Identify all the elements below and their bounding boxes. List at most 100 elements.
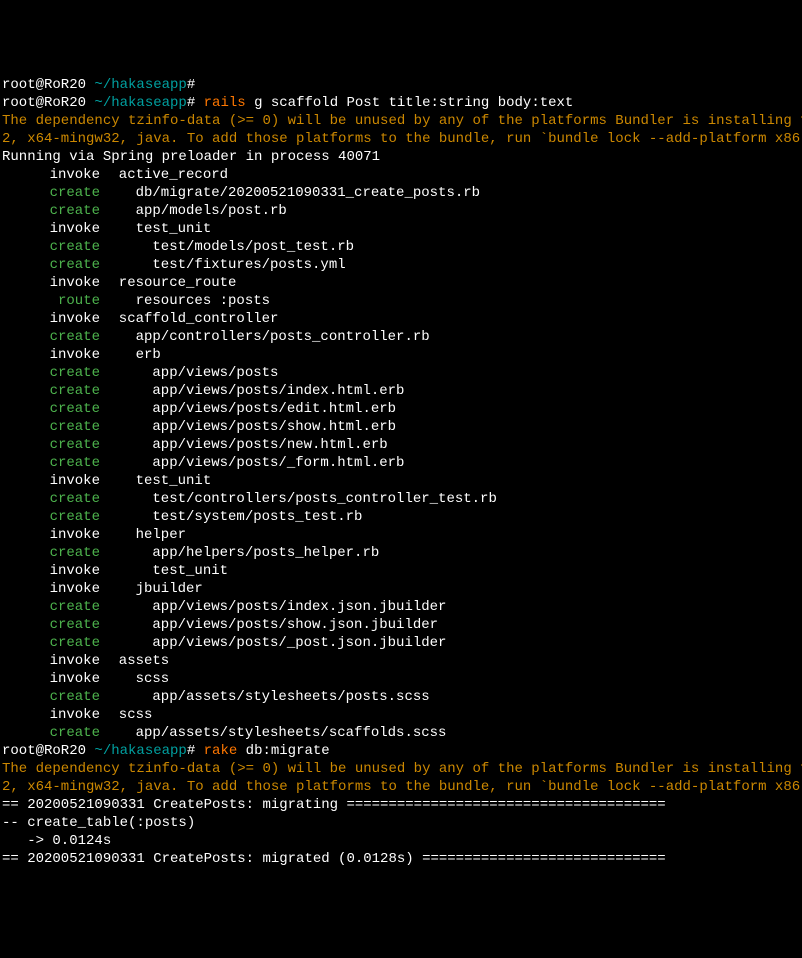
- generator-action: create: [2, 724, 102, 742]
- generator-path: scaffold_controller: [102, 311, 278, 327]
- dependency-warning: 2, x64-mingw32, java. To add those platf…: [2, 778, 800, 796]
- generator-line: create app/views/posts/show.json.jbuilde…: [2, 616, 800, 634]
- generator-action: invoke: [2, 580, 102, 598]
- generator-path: app/views/posts/show.html.erb: [102, 419, 396, 435]
- generator-action: create: [2, 634, 102, 652]
- generator-path: jbuilder: [102, 581, 203, 597]
- generator-path: app/views/posts/edit.html.erb: [102, 401, 396, 417]
- generator-path: helper: [102, 527, 186, 543]
- generator-action: create: [2, 256, 102, 274]
- generator-action: invoke: [2, 706, 102, 724]
- generator-path: app/assets/stylesheets/posts.scss: [102, 689, 430, 705]
- generator-line: invoke erb: [2, 346, 800, 364]
- generator-path: resource_route: [102, 275, 236, 291]
- generator-action: invoke: [2, 166, 102, 184]
- prompt-host: root@RoR20: [2, 95, 94, 111]
- terminal-output[interactable]: root@RoR20 ~/hakaseapp#root@RoR20 ~/haka…: [2, 76, 800, 868]
- migration-footer: == 20200521090331 CreatePosts: migrated …: [2, 850, 800, 868]
- generator-line: invoke scss: [2, 706, 800, 724]
- generator-path: test/system/posts_test.rb: [102, 509, 362, 525]
- prompt-line-1: root@RoR20 ~/hakaseapp#: [2, 76, 800, 94]
- migration-time: -> 0.0124s: [2, 832, 800, 850]
- generator-path: test_unit: [102, 221, 211, 237]
- migration-header: == 20200521090331 CreatePosts: migrating…: [2, 796, 800, 814]
- generator-path: test/models/post_test.rb: [102, 239, 354, 255]
- generator-path: active_record: [102, 167, 228, 183]
- generator-line: create app/assets/stylesheets/posts.scss: [2, 688, 800, 706]
- generator-line: create app/views/posts/index.html.erb: [2, 382, 800, 400]
- generator-action: create: [2, 418, 102, 436]
- command-name: rake: [204, 743, 246, 759]
- prompt-hash: #: [187, 77, 195, 93]
- generator-path: app/views/posts/new.html.erb: [102, 437, 388, 453]
- prompt-host: root@RoR20: [2, 77, 94, 93]
- generator-path: app/views/posts/show.json.jbuilder: [102, 617, 438, 633]
- generator-path: erb: [102, 347, 161, 363]
- generator-path: test_unit: [102, 563, 228, 579]
- generator-line: create test/controllers/posts_controller…: [2, 490, 800, 508]
- dependency-warning: The dependency tzinfo-data (>= 0) will b…: [2, 760, 800, 778]
- generator-path: app/views/posts/index.json.jbuilder: [102, 599, 446, 615]
- generator-path: app/views/posts: [102, 365, 278, 381]
- generator-line: invoke test_unit: [2, 472, 800, 490]
- generator-path: app/helpers/posts_helper.rb: [102, 545, 379, 561]
- generator-path: app/views/posts/_form.html.erb: [102, 455, 404, 471]
- prompt-path: ~/hakaseapp: [94, 95, 186, 111]
- prompt-hash: #: [187, 95, 204, 111]
- generator-line: invoke assets: [2, 652, 800, 670]
- generator-line: create app/views/posts/show.html.erb: [2, 418, 800, 436]
- generator-line: route resources :posts: [2, 292, 800, 310]
- generator-line: create app/views/posts/new.html.erb: [2, 436, 800, 454]
- generator-line: create app/views/posts/index.json.jbuild…: [2, 598, 800, 616]
- generator-path: resources :posts: [102, 293, 270, 309]
- generator-action: create: [2, 688, 102, 706]
- generator-action: create: [2, 184, 102, 202]
- generator-action: invoke: [2, 310, 102, 328]
- generator-line: invoke scaffold_controller: [2, 310, 800, 328]
- command-name: rails: [204, 95, 254, 111]
- generator-line: create app/assets/stylesheets/scaffolds.…: [2, 724, 800, 742]
- dependency-warning: The dependency tzinfo-data (>= 0) will b…: [2, 112, 800, 130]
- command-args: db:migrate: [246, 743, 330, 759]
- generator-action: create: [2, 400, 102, 418]
- generator-line: invoke resource_route: [2, 274, 800, 292]
- prompt-line-3: root@RoR20 ~/hakaseapp# rake db:migrate: [2, 742, 800, 760]
- generator-action: route: [2, 292, 102, 310]
- generator-line: create app/views/posts/_post.json.jbuild…: [2, 634, 800, 652]
- generator-line: create app/models/post.rb: [2, 202, 800, 220]
- generator-path: app/assets/stylesheets/scaffolds.scss: [102, 725, 446, 741]
- generator-path: test/fixtures/posts.yml: [102, 257, 346, 273]
- generator-line: invoke test_unit: [2, 562, 800, 580]
- generator-action: invoke: [2, 220, 102, 238]
- generator-line: create test/system/posts_test.rb: [2, 508, 800, 526]
- generator-line: create app/helpers/posts_helper.rb: [2, 544, 800, 562]
- generator-action: invoke: [2, 472, 102, 490]
- generator-action: create: [2, 598, 102, 616]
- generator-path: scss: [102, 671, 169, 687]
- generator-line: create app/views/posts: [2, 364, 800, 382]
- generator-line: invoke helper: [2, 526, 800, 544]
- command-args: g scaffold Post title:string body:text: [254, 95, 573, 111]
- generator-action: create: [2, 616, 102, 634]
- generator-line: create app/controllers/posts_controller.…: [2, 328, 800, 346]
- generator-path: test/controllers/posts_controller_test.r…: [102, 491, 497, 507]
- generator-action: create: [2, 544, 102, 562]
- generator-line: invoke test_unit: [2, 220, 800, 238]
- generator-line: invoke scss: [2, 670, 800, 688]
- generator-action: invoke: [2, 670, 102, 688]
- prompt-path: ~/hakaseapp: [94, 743, 186, 759]
- generator-action: invoke: [2, 526, 102, 544]
- generator-action: create: [2, 490, 102, 508]
- generator-action: invoke: [2, 346, 102, 364]
- migration-step: -- create_table(:posts): [2, 814, 800, 832]
- generator-path: db/migrate/20200521090331_create_posts.r…: [102, 185, 480, 201]
- generator-action: invoke: [2, 274, 102, 292]
- generator-path: assets: [102, 653, 169, 669]
- generator-action: create: [2, 328, 102, 346]
- generator-path: app/controllers/posts_controller.rb: [102, 329, 430, 345]
- generator-path: app/views/posts/index.html.erb: [102, 383, 404, 399]
- generator-line: create app/views/posts/_form.html.erb: [2, 454, 800, 472]
- generator-line: create db/migrate/20200521090331_create_…: [2, 184, 800, 202]
- generator-action: create: [2, 202, 102, 220]
- generator-path: test_unit: [102, 473, 211, 489]
